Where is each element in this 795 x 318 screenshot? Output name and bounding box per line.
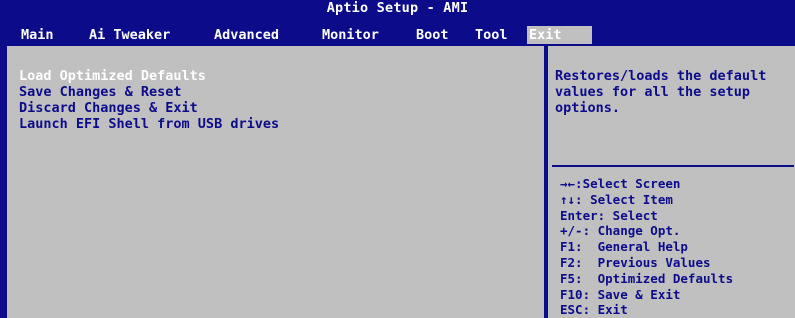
tab-tool[interactable]: Tool xyxy=(475,26,508,44)
key-change-opt: +/-: Change Opt. xyxy=(560,223,681,239)
help-divider xyxy=(552,165,794,167)
tab-boot[interactable]: Boot xyxy=(416,26,449,44)
key-legend: →←:Select Screen ↑↓: Select Item Enter: … xyxy=(560,176,733,318)
tab-main[interactable]: Main xyxy=(21,26,54,44)
tab-exit[interactable]: Exit xyxy=(527,26,592,44)
menu-bar: Main Ai Tweaker Advanced Monitor Boot To… xyxy=(0,26,795,44)
key-f2-previous-values: F2: Previous Values xyxy=(560,254,711,270)
key-f5-optimized-defaults: F5: Optimized Defaults xyxy=(560,270,734,286)
key-enter-select: Enter: Select xyxy=(560,207,658,223)
key-f10-save-exit: F10: Save & Exit xyxy=(560,286,681,302)
key-f1-general-help: F1: General Help xyxy=(560,239,688,255)
tab-advanced[interactable]: Advanced xyxy=(214,26,279,44)
option-launch-efi-shell[interactable]: Launch EFI Shell from USB drives xyxy=(19,116,279,132)
option-discard-changes-exit[interactable]: Discard Changes & Exit xyxy=(19,100,279,116)
options-panel: Load Optimized Defaults Save Changes & R… xyxy=(5,44,546,318)
help-description: Restores/loads the default values for al… xyxy=(555,68,767,116)
bios-setup-screen: Aptio Setup - AMI Main Ai Tweaker Advanc… xyxy=(0,0,795,318)
exit-options-list: Load Optimized Defaults Save Changes & R… xyxy=(19,68,279,132)
key-esc-exit: ESC: Exit xyxy=(560,302,628,318)
tab-ai-tweaker[interactable]: Ai Tweaker xyxy=(89,26,170,44)
key-select-screen: →←:Select Screen xyxy=(560,176,681,191)
option-load-optimized-defaults[interactable]: Load Optimized Defaults xyxy=(19,68,279,84)
help-panel: Restores/loads the default values for al… xyxy=(546,44,795,318)
title-bar: Aptio Setup - AMI xyxy=(326,0,469,16)
option-save-changes-reset[interactable]: Save Changes & Reset xyxy=(19,84,279,100)
tab-monitor[interactable]: Monitor xyxy=(322,26,379,44)
key-select-item: ↑↓: Select Item xyxy=(560,191,673,207)
